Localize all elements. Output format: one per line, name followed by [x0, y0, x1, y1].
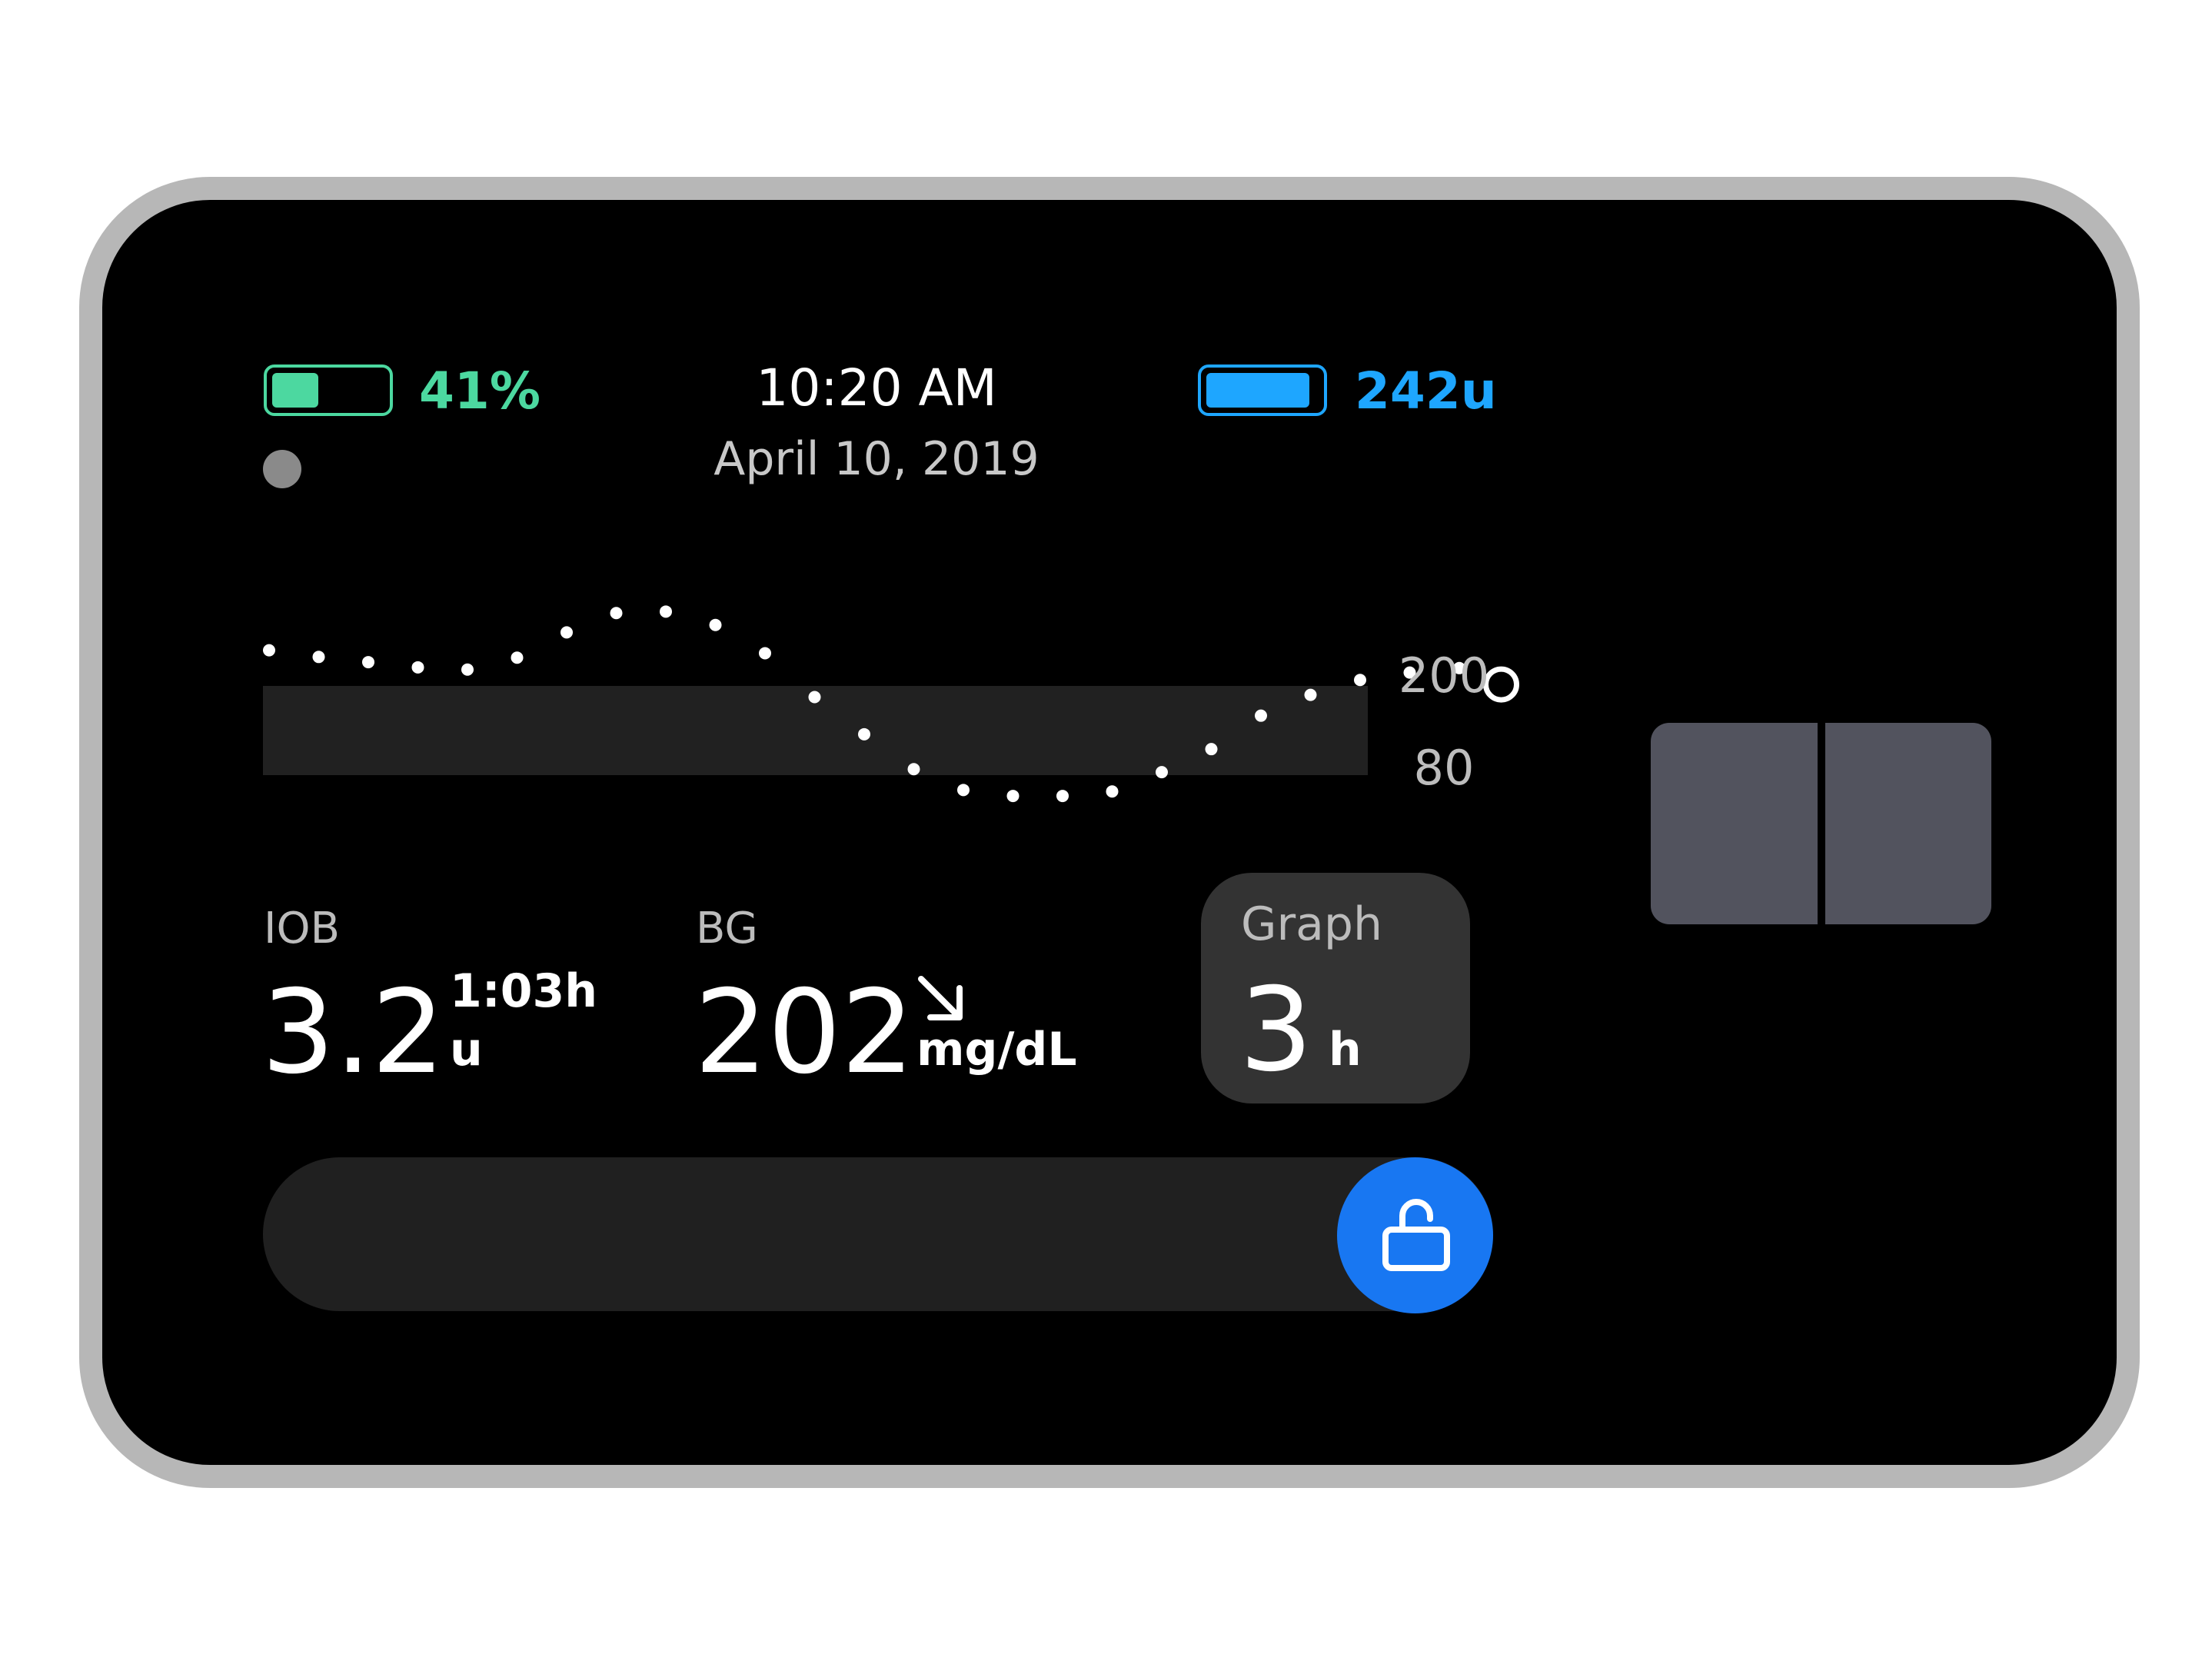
target-lower-label: 80	[1414, 740, 1475, 796]
unlock-icon	[1382, 1199, 1450, 1271]
graph-button-label: Graph	[1241, 897, 1383, 951]
cgm-reading-dot	[709, 618, 722, 631]
bg-unit: mg/dL	[916, 1023, 1077, 1077]
clock-date: April 10, 2019	[713, 432, 1039, 486]
graph-button-unit: h	[1329, 1023, 1362, 1077]
cgm-trend-graph: 200 80	[263, 605, 1519, 803]
insulin-level-fill	[1206, 373, 1310, 408]
cgm-reading-dot	[1255, 709, 1267, 722]
iob-value: 3.2	[261, 966, 445, 1100]
cgm-reading-dot	[1304, 688, 1317, 701]
unlock-button[interactable]	[1337, 1157, 1493, 1313]
clock-time: 10:20 AM	[756, 358, 997, 418]
cgm-reading-dot	[1106, 785, 1119, 798]
cgm-reading-dot	[312, 651, 325, 664]
cgm-reading-dot	[1006, 790, 1020, 803]
status-indicator-dot	[263, 450, 301, 488]
iob-label: IOB	[264, 904, 341, 954]
battery-percent: 41%	[419, 361, 541, 421]
trend-arrow-down-right-icon	[918, 976, 963, 1020]
cgm-reading-dot	[362, 656, 374, 669]
cgm-reading-dot	[907, 763, 920, 776]
cgm-reading-dot	[759, 647, 771, 660]
target-upper-label: 200	[1399, 647, 1489, 704]
cgm-reading-dot	[263, 644, 275, 657]
cgm-reading-dot	[411, 661, 424, 674]
cgm-reading-dot	[957, 784, 970, 797]
cgm-reading-dot	[560, 626, 573, 639]
graph-timespan-button[interactable]: Graph 3 h	[1201, 873, 1470, 1103]
cgm-reading-dot	[858, 727, 870, 741]
current-reading-marker	[1483, 666, 1519, 703]
cgm-reading-dot	[511, 651, 524, 664]
bg-label: BG	[696, 904, 758, 954]
iob-unit: u	[450, 1023, 483, 1077]
cgm-reading-dot	[610, 607, 623, 620]
cgm-reading-dot	[461, 663, 474, 676]
cgm-reading-dot	[1056, 790, 1069, 803]
graph-button-value: 3	[1239, 964, 1313, 1097]
bg-value: 202	[694, 966, 915, 1100]
cgm-reading-dot	[1156, 766, 1168, 779]
side-panel-left	[1651, 723, 1818, 924]
side-panel-right	[1825, 723, 1991, 924]
cgm-reading-dot	[1205, 743, 1218, 756]
insulin-remaining: 242u	[1355, 361, 1497, 421]
battery-level-fill	[272, 373, 318, 408]
unlock-slider-track[interactable]	[263, 1157, 1493, 1311]
cgm-reading-dot	[660, 605, 672, 618]
battery-icon	[264, 364, 393, 416]
cgm-reading-dot	[1354, 674, 1366, 687]
cgm-reading-dot	[808, 691, 821, 704]
iob-duration: 1:03h	[450, 964, 597, 1018]
insulin-cartridge-icon	[1198, 364, 1327, 416]
